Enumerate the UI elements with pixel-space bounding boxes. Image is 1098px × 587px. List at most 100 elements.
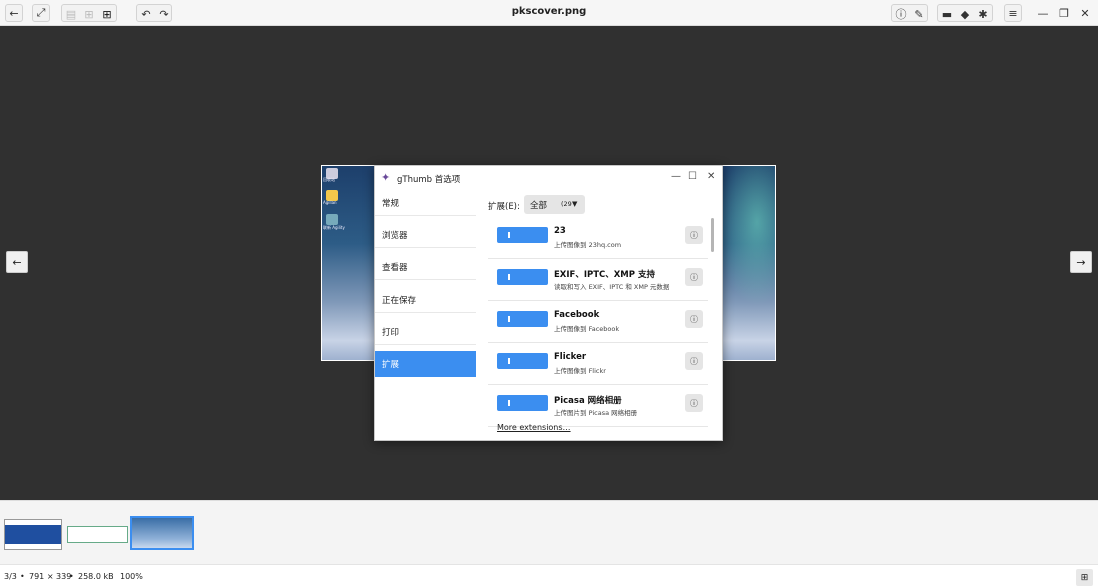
- info-icon: ⓘ: [690, 314, 698, 324]
- extension-description: 读取和写入 EXIF、IPTC 和 XMP 元数据: [554, 283, 670, 291]
- extension-description: 上传图像到 23hq.com: [554, 241, 622, 249]
- zoom-level: 100%: [120, 572, 143, 581]
- extension-name: 23: [554, 226, 566, 236]
- close-icon: ✕: [1080, 6, 1090, 20]
- desktop-icon-label: Agillan: [323, 200, 337, 205]
- rotate-left-icon: ↶: [141, 7, 151, 21]
- sidebar-item-printing[interactable]: 打印: [375, 319, 476, 345]
- filter-value: 全部: [530, 200, 548, 211]
- thumbnail-1[interactable]: [4, 519, 62, 550]
- rotate-right-icon: ↷: [159, 7, 169, 21]
- preferences-sidebar: 常规 浏览器 查看器 正在保存 打印 扩展: [375, 190, 478, 442]
- restore-icon: ❐: [1059, 6, 1069, 20]
- separator-dot: •: [20, 572, 25, 581]
- preferences-dialog: ✦ gThumb 首选项 — ☐ ✕ 常规 浏览器 查看器 正在保存 打印 扩展…: [374, 165, 723, 441]
- extension-name: Picasa 网络相册: [554, 396, 622, 406]
- restore-button[interactable]: ❐: [1055, 4, 1073, 22]
- previous-image-button[interactable]: ←: [6, 251, 28, 273]
- chevron-down-icon: ▼: [572, 200, 578, 208]
- sidebar-item-browser[interactable]: 浏览器: [375, 222, 476, 248]
- extension-info-button[interactable]: ⓘ: [685, 394, 703, 412]
- list-item: Picasa 网络相册 上传图片到 Picasa 网络相册 ⓘ: [488, 385, 708, 427]
- minimize-icon: —: [1037, 6, 1049, 20]
- app-desktop-icon: [326, 214, 338, 225]
- toggle-knob: [508, 358, 510, 364]
- extension-description: 上传图像到 Flickr: [554, 367, 606, 375]
- sidebar-item-saving[interactable]: 正在保存: [375, 287, 476, 313]
- menu-button[interactable]: ≡: [1004, 4, 1022, 22]
- info-icon: ⓘ: [690, 272, 698, 282]
- status-bar: 3/3 • 791 × 339 • 258.0 kB 100% ⊞: [0, 564, 1098, 587]
- sidebar-item-extensions[interactable]: 扩展: [375, 351, 476, 377]
- extensions-filter-label: 扩展(E):: [488, 202, 520, 212]
- list-item: 23 上传图像到 23hq.com ⓘ: [488, 217, 708, 259]
- arrow-right-icon: →: [1076, 255, 1086, 269]
- extension-toggle[interactable]: [497, 395, 548, 411]
- list-item: Facebook 上传图像到 Facebook ⓘ: [488, 301, 708, 343]
- thumbnails-toggle-button[interactable]: ⊞: [1076, 569, 1093, 586]
- extension-description: 上传图片到 Picasa 网络相册: [554, 409, 638, 417]
- tags-button[interactable]: ◆: [956, 5, 974, 23]
- thumbnail-3-selected[interactable]: [130, 516, 194, 550]
- thumbnail-2[interactable]: [67, 526, 128, 543]
- close-button[interactable]: ✕: [1076, 4, 1094, 22]
- extension-toggle[interactable]: [497, 269, 548, 285]
- plus-square-icon: ⊞: [102, 7, 112, 21]
- sidebar-item-viewer[interactable]: 查看器: [375, 254, 476, 280]
- properties-button[interactable]: ⓘ: [892, 5, 910, 23]
- more-extensions-link[interactable]: More extensions…: [497, 423, 571, 432]
- extension-toggle[interactable]: [497, 353, 548, 369]
- tools-group: ▬ ◆ ✱: [937, 4, 993, 22]
- back-button[interactable]: ←: [5, 4, 23, 22]
- separator-dot: •: [69, 572, 74, 581]
- grid-icon: ⊞: [84, 7, 94, 21]
- extensions-filter-select[interactable]: 全部 (29 ▼: [524, 195, 585, 214]
- minimize-button[interactable]: —: [1034, 4, 1052, 22]
- sidebar-item-general[interactable]: 常规: [375, 190, 476, 216]
- file-size: 258.0 kB: [78, 572, 114, 581]
- extension-info-button[interactable]: ⓘ: [685, 226, 703, 244]
- info-icon: ⓘ: [895, 8, 907, 21]
- view-single-button[interactable]: ▤: [62, 5, 80, 23]
- brush-icon: ✎: [914, 7, 924, 21]
- extension-info-button[interactable]: ⓘ: [685, 310, 703, 328]
- extension-name: Flicker: [554, 352, 587, 362]
- dialog-maximize-button[interactable]: ☐: [688, 171, 697, 182]
- info-icon: ⓘ: [690, 356, 698, 366]
- arrow-left-icon: ←: [9, 6, 19, 20]
- extension-description: 上传图像到 Facebook: [554, 325, 620, 333]
- view-grid-button[interactable]: ⊞: [80, 5, 98, 23]
- rotate-right-button[interactable]: ↷: [155, 5, 173, 23]
- extension-info-button[interactable]: ⓘ: [685, 352, 703, 370]
- fullscreen-button[interactable]: ⤢: [32, 4, 50, 22]
- dialog-titlebar: ✦ gThumb 首选项 — ☐ ✕: [375, 166, 722, 190]
- aurora-glow: [715, 166, 775, 306]
- extensions-list: 23 上传图像到 23hq.com ⓘ EXIF、IPTC、XMP 支持 读取和…: [488, 217, 714, 427]
- comment-button[interactable]: ▬: [938, 5, 956, 23]
- tag-icon: ◆: [960, 7, 970, 21]
- extensions-scrollbar[interactable]: [711, 218, 714, 252]
- add-button[interactable]: ⊞: [98, 5, 116, 23]
- rotate-group: ↶ ↷: [136, 4, 172, 22]
- toggle-knob: [508, 400, 510, 406]
- tools-button[interactable]: ✱: [974, 5, 992, 23]
- dialog-close-button[interactable]: ✕: [707, 171, 715, 182]
- filter-count: (29: [561, 200, 572, 208]
- rotate-left-button[interactable]: ↶: [137, 5, 155, 23]
- next-image-button[interactable]: →: [1070, 251, 1092, 273]
- header-bar: ← ⤢ ▤ ⊞ ⊞ ↶ ↷ pkscover.png ⓘ ✎ ▬ ◆ ✱ ≡ —…: [0, 0, 1098, 26]
- arrow-left-icon: ←: [12, 255, 22, 269]
- toggle-knob: [508, 232, 510, 238]
- dialog-minimize-button[interactable]: —: [671, 171, 681, 182]
- extension-toggle[interactable]: [497, 227, 548, 243]
- gthumb-logo-icon: ✦: [381, 171, 391, 184]
- edit-button[interactable]: ✎: [910, 5, 928, 23]
- extension-toggle[interactable]: [497, 311, 548, 327]
- wrench-icon: ✱: [978, 7, 988, 21]
- hamburger-icon: ≡: [1008, 6, 1018, 20]
- image-dimensions: 791 × 339: [29, 572, 72, 581]
- desktop-icon-label: 联新 Agility: [323, 225, 345, 230]
- dialog-title: gThumb 首选项: [397, 175, 461, 185]
- extension-info-button[interactable]: ⓘ: [685, 268, 703, 286]
- thumbnail-strip: [0, 500, 1098, 564]
